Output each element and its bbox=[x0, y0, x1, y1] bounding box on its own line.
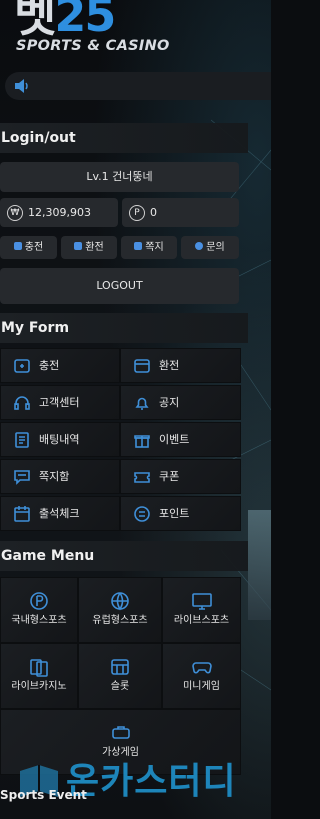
menu-notice[interactable]: 공지 bbox=[120, 385, 241, 420]
game-minigame[interactable]: 미니게임 bbox=[162, 643, 241, 709]
game-label: 유럽형스포츠 bbox=[92, 615, 148, 626]
bell-icon bbox=[135, 397, 149, 410]
chat-icon bbox=[195, 242, 204, 250]
point-balance: P0 bbox=[122, 198, 239, 227]
point-icon: P bbox=[129, 205, 145, 221]
menu-attendance[interactable]: 출석체크 bbox=[0, 496, 120, 531]
myform-section-title: My Form bbox=[0, 313, 248, 343]
menu-inbox[interactable]: 쪽지함 bbox=[0, 459, 120, 494]
menu-bet-history[interactable]: 배팅내역 bbox=[0, 422, 120, 457]
watermark-text: 온카스터디 bbox=[66, 761, 237, 802]
menu-support[interactable]: 고객센터 bbox=[0, 385, 120, 420]
menu-point[interactable]: 포인트 bbox=[120, 496, 241, 531]
money-value: 12,309,903 bbox=[28, 206, 91, 219]
minus-icon bbox=[74, 242, 83, 250]
cards-icon bbox=[30, 659, 48, 677]
quick-withdraw-button[interactable]: 환전 bbox=[61, 236, 117, 259]
calendar-icon bbox=[14, 506, 30, 522]
menu-coupon[interactable]: 쿠폰 bbox=[120, 459, 241, 494]
notice-ticker[interactable] bbox=[5, 72, 271, 100]
headset-icon bbox=[14, 396, 30, 410]
game-label: 미니게임 bbox=[183, 681, 220, 692]
logo-subtitle: SPORTS & CASINO bbox=[16, 38, 170, 54]
menu-label: 쿠폰 bbox=[159, 470, 180, 483]
menu-deposit[interactable]: 충전 bbox=[0, 348, 120, 383]
money-balance: ₩12,309,903 bbox=[0, 198, 118, 227]
game-slot[interactable]: 슬롯 bbox=[78, 643, 162, 709]
quick-inquiry-button[interactable]: 문의 bbox=[181, 236, 239, 259]
mail-icon bbox=[134, 242, 143, 250]
game-live-sports[interactable]: 라이브스포츠 bbox=[162, 577, 241, 643]
wallet-in-icon bbox=[14, 359, 30, 373]
gift-icon bbox=[134, 435, 150, 448]
won-icon: ₩ bbox=[7, 205, 23, 221]
menu-label: 환전 bbox=[159, 359, 180, 372]
plus-icon bbox=[13, 242, 22, 250]
game-label: 국내형스포츠 bbox=[11, 615, 67, 626]
login-section-title: Login/out bbox=[0, 123, 248, 153]
quick-deposit-button[interactable]: 충전 bbox=[0, 236, 57, 259]
speaker-icon bbox=[15, 79, 28, 93]
banner-edge bbox=[248, 510, 271, 620]
menu-label: 쪽지함 bbox=[39, 470, 70, 483]
quick-label: 쪽지 bbox=[145, 242, 164, 253]
game-label: 라이브카지노 bbox=[11, 681, 67, 692]
menu-label: 충전 bbox=[39, 359, 60, 372]
gamemenu-section-title: Game Menu bbox=[0, 541, 248, 571]
globe-sports-icon bbox=[111, 592, 129, 611]
logo-main: 벳 bbox=[14, 0, 56, 42]
point-icon bbox=[134, 506, 150, 522]
menu-label: 포인트 bbox=[159, 507, 190, 520]
sports-domestic-icon bbox=[30, 592, 48, 610]
game-european-sports[interactable]: 유럽형스포츠 bbox=[78, 577, 162, 643]
game-live-casino[interactable]: 라이브카지노 bbox=[0, 643, 78, 709]
card-icon bbox=[134, 359, 150, 373]
gamepad-icon bbox=[191, 662, 212, 674]
quick-message-button[interactable]: 쪽지 bbox=[121, 236, 177, 259]
menu-label: 출석체크 bbox=[39, 507, 80, 520]
sports-event-title: Sports Event bbox=[0, 788, 87, 802]
menu-label: 배팅내역 bbox=[39, 433, 80, 446]
vr-icon bbox=[111, 726, 130, 739]
menu-label: 공지 bbox=[159, 396, 180, 409]
menu-event[interactable]: 이벤트 bbox=[120, 422, 241, 457]
logout-button[interactable]: LOGOUT bbox=[0, 268, 239, 304]
menu-label: 고객센터 bbox=[39, 396, 80, 409]
logo-number: 25 bbox=[54, 0, 116, 42]
user-level-name: Lv.1 건너뚱네 bbox=[0, 162, 239, 192]
message-icon bbox=[14, 470, 30, 485]
quick-label: 충전 bbox=[24, 242, 44, 253]
menu-withdraw[interactable]: 환전 bbox=[120, 348, 241, 383]
quick-label: 문의 bbox=[206, 242, 225, 253]
receipt-icon bbox=[15, 432, 29, 448]
game-domestic-sports[interactable]: 국내형스포츠 bbox=[0, 577, 78, 643]
point-value: 0 bbox=[150, 206, 157, 219]
game-label: 라이브스포츠 bbox=[173, 615, 230, 626]
quick-label: 환전 bbox=[85, 242, 104, 253]
live-tv-icon bbox=[191, 593, 212, 610]
slot-icon bbox=[111, 659, 129, 675]
site-logo[interactable]: 벳25 SPORTS & CASINO bbox=[14, 0, 214, 62]
menu-label: 이벤트 bbox=[159, 433, 190, 446]
ticket-icon bbox=[134, 472, 150, 483]
game-label: 슬롯 bbox=[110, 681, 130, 692]
